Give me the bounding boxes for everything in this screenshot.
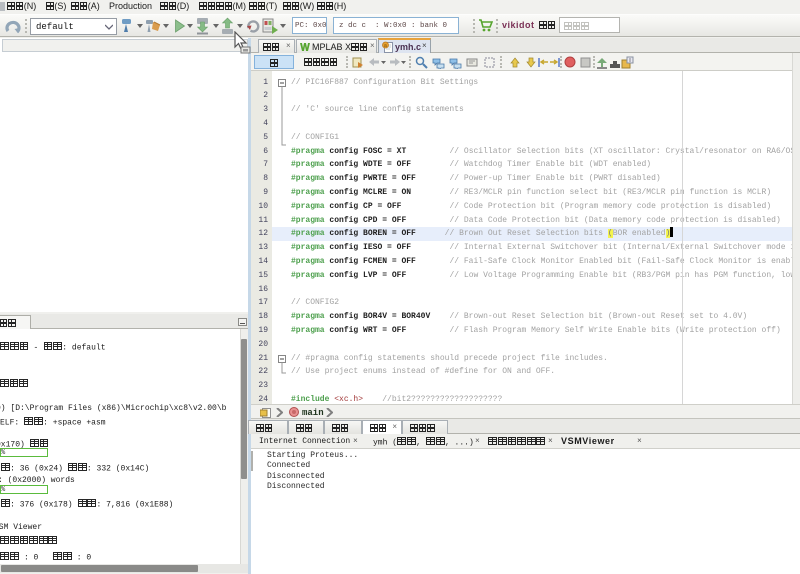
svg-text:a: a [384, 43, 387, 49]
